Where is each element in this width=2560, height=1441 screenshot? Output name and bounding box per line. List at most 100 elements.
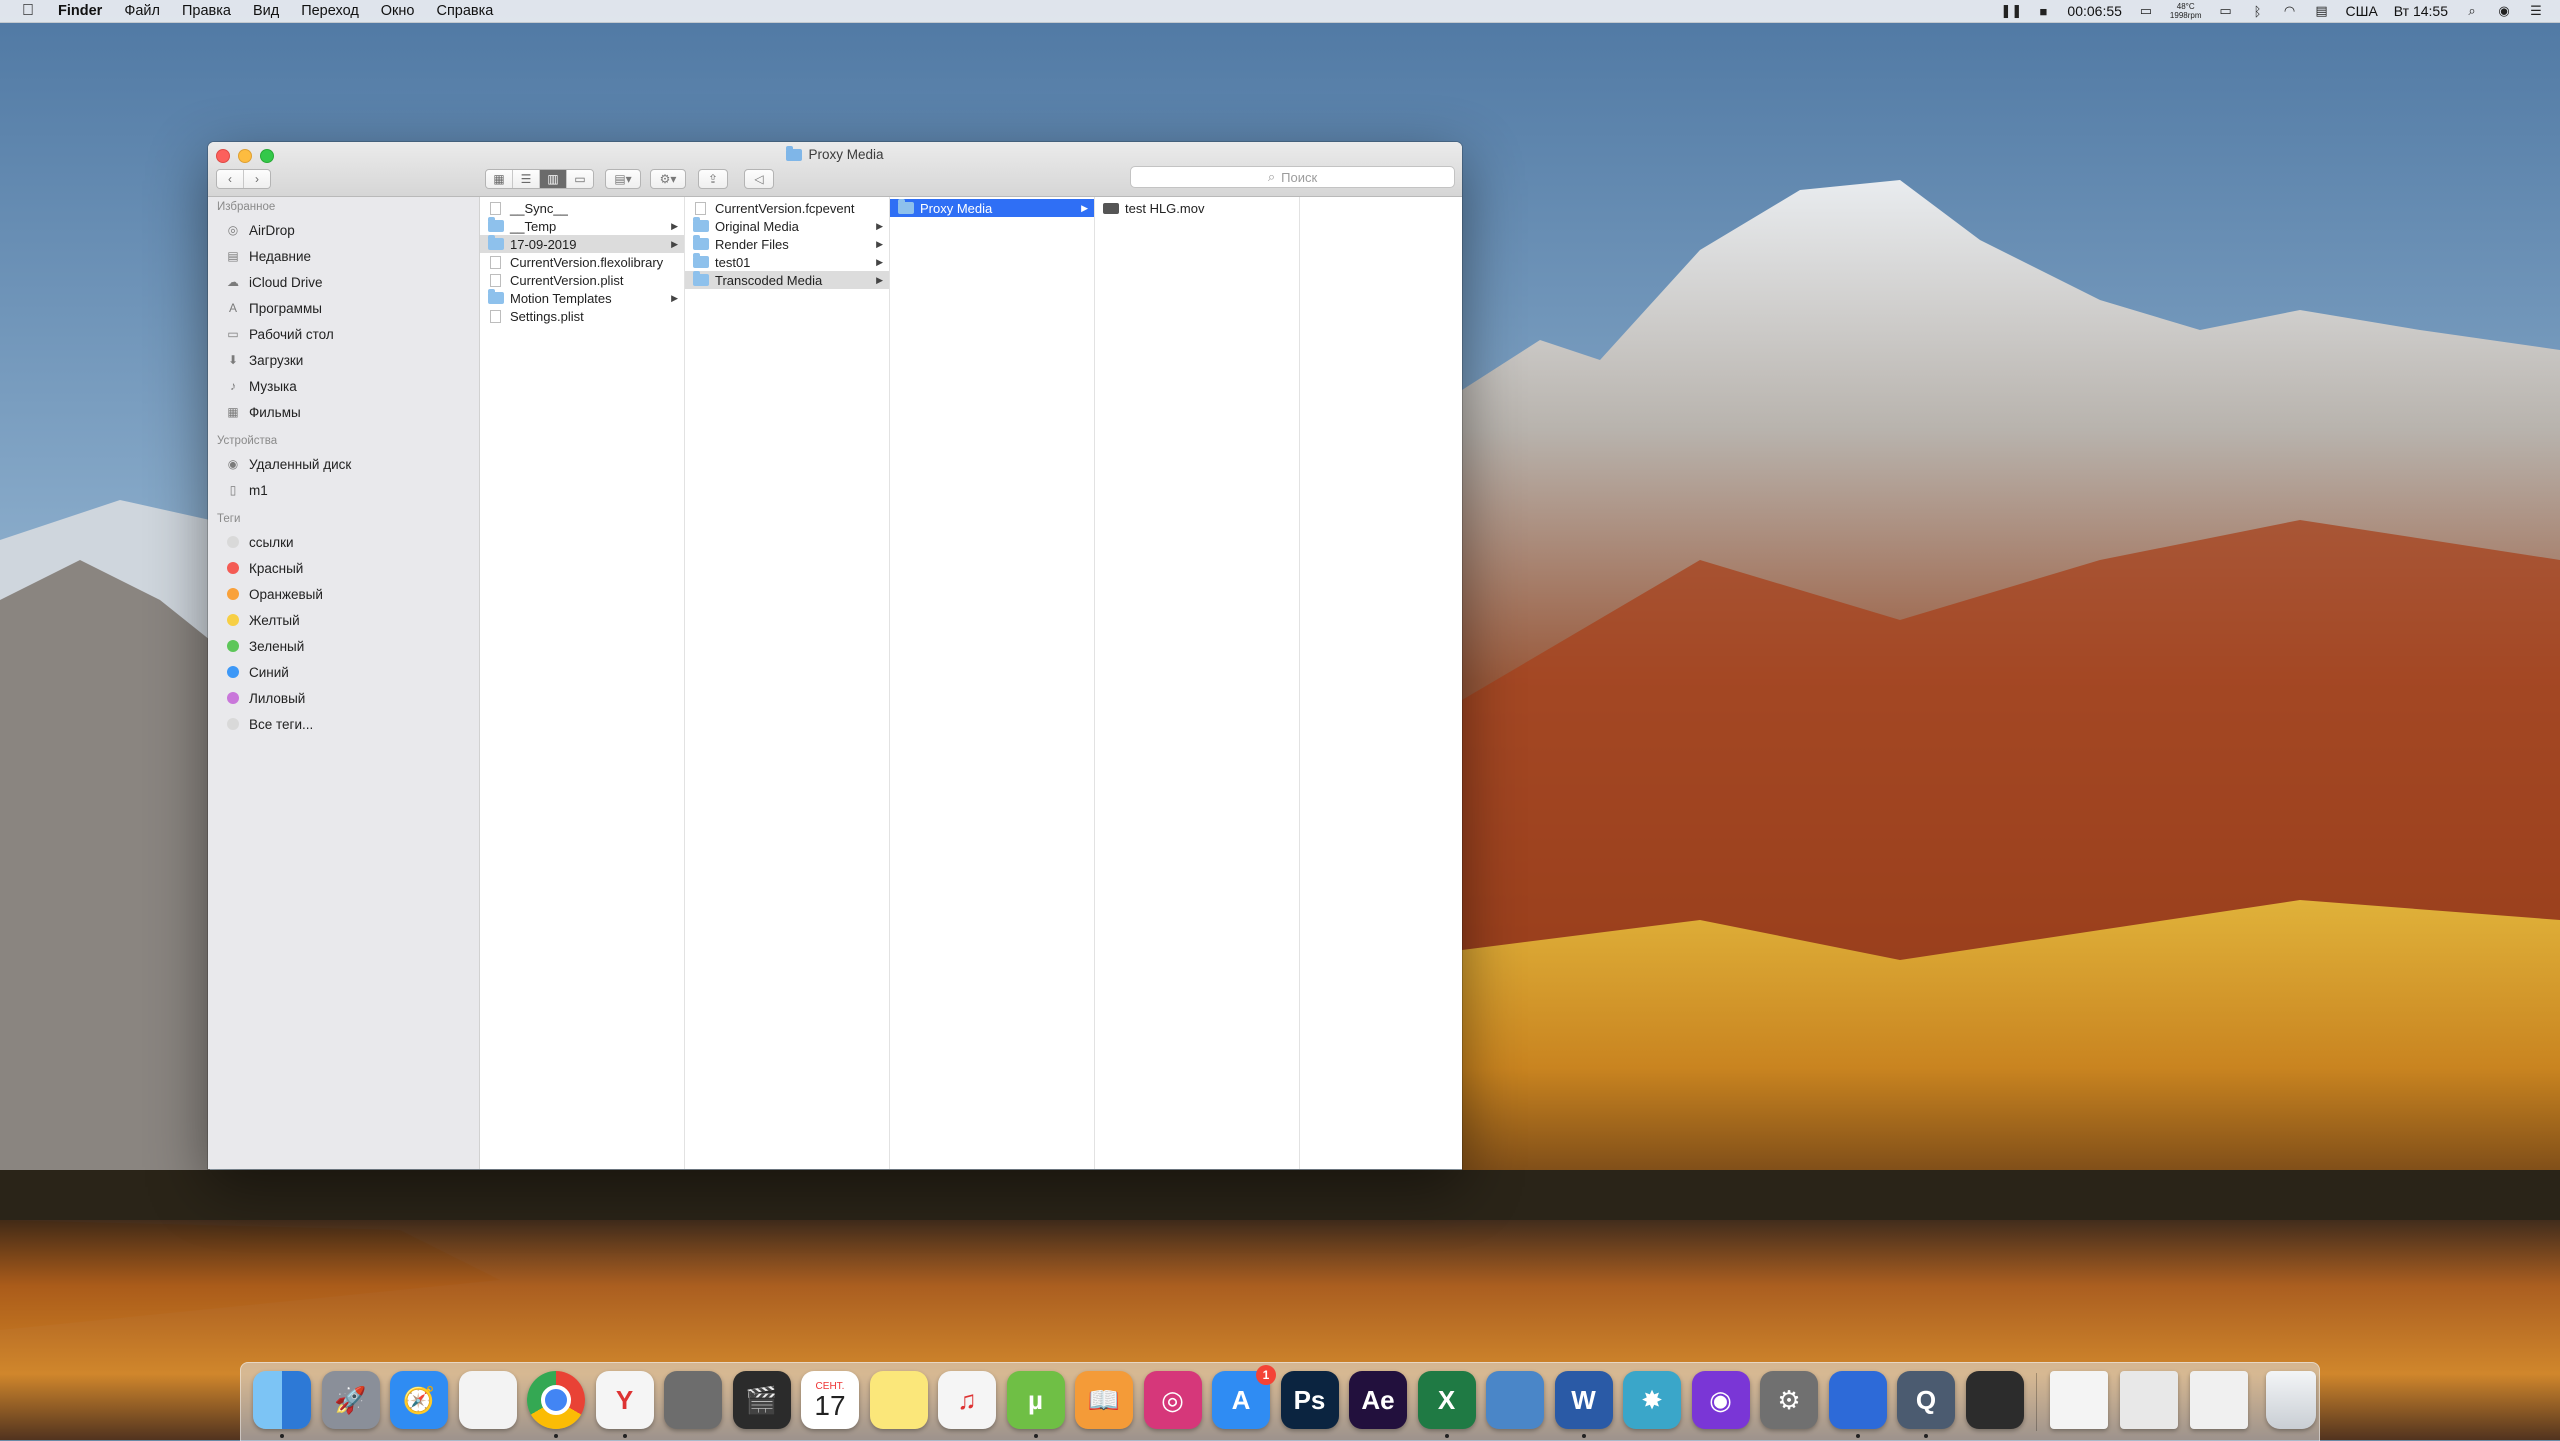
file-row[interactable]: Render Files ▶ [685, 235, 889, 253]
calendar-icon[interactable]: СЕНТ. 17 [801, 1371, 859, 1429]
stack-screenshot-2-icon[interactable] [2120, 1371, 2178, 1429]
file-row[interactable]: __Sync__ [480, 199, 684, 217]
file-row[interactable]: 17-09-2019 ▶ [480, 235, 684, 253]
sidebar-item[interactable]: ⬇ Загрузки [208, 347, 479, 373]
calculator-icon[interactable] [664, 1371, 722, 1429]
bluetooth-icon[interactable]: ᛒ [2250, 4, 2266, 19]
menu-app-finder[interactable]: Finder [58, 3, 102, 19]
ibooks-icon[interactable]: 📖 [1075, 1371, 1133, 1429]
sidebar-item[interactable]: ▭ Рабочий стол [208, 321, 479, 347]
menu-help[interactable]: Справка [436, 3, 493, 19]
menubar-clock[interactable]: Вт 14:55 [2394, 3, 2448, 19]
safari-icon[interactable]: 🧭 [390, 1371, 448, 1429]
photoshop-icon[interactable]: Ps [1280, 1371, 1339, 1429]
sidebar-tag-item[interactable]: Синий [208, 659, 479, 685]
record-stop-icon[interactable]: ■ [2035, 4, 2051, 19]
menu-go[interactable]: Переход [301, 3, 359, 19]
finder-icon[interactable] [253, 1371, 311, 1429]
chrome-icon[interactable] [527, 1371, 585, 1429]
preview-icon[interactable] [1486, 1371, 1544, 1429]
file-row[interactable]: CurrentVersion.plist [480, 271, 684, 289]
system-preferences-icon[interactable]: ⚙ [1760, 1371, 1818, 1429]
launchpad-icon[interactable]: 🚀 [321, 1371, 380, 1429]
sidebar-tag-item[interactable]: Все теги... [208, 711, 479, 737]
file-name: test HLG.mov [1125, 200, 1205, 216]
sidebar-item[interactable]: ◎ AirDrop [208, 217, 479, 243]
input-source[interactable]: США [2346, 3, 2378, 19]
sidebar-item[interactable]: A Программы [208, 295, 479, 321]
file-row[interactable]: CurrentVersion.fcpevent [685, 199, 889, 217]
folder-icon [898, 199, 914, 214]
excel-icon[interactable]: X [1417, 1371, 1476, 1429]
file-row[interactable]: Proxy Media ▶ [890, 199, 1094, 217]
tags-button[interactable]: ◁ [744, 169, 774, 189]
swift-icon[interactable] [1828, 1371, 1887, 1429]
sidebar-item[interactable]: ▯ m1 [208, 477, 479, 503]
claquette-icon[interactable]: 🎬 [732, 1371, 791, 1429]
photobooth-icon[interactable] [1965, 1371, 2024, 1429]
group-button[interactable]: ▤▾ [605, 169, 641, 189]
menu-view[interactable]: Вид [253, 3, 279, 19]
file-row[interactable]: test01 ▶ [685, 253, 889, 271]
spotlight-icon[interactable]: ⌕ [2464, 3, 2480, 18]
quicktime-icon[interactable]: Q [1897, 1371, 1955, 1429]
notes-icon[interactable] [869, 1371, 928, 1429]
trash-icon[interactable] [2266, 1371, 2316, 1429]
stack-documents-icon[interactable] [2190, 1371, 2248, 1429]
menu-edit[interactable]: Правка [182, 3, 231, 19]
column-view-button[interactable]: ▥ [540, 170, 567, 188]
back-button[interactable]: ‹ [217, 170, 244, 188]
battery-status-icon[interactable]: ▭ [2138, 3, 2154, 18]
wifi-icon[interactable]: ◠ [2282, 3, 2298, 18]
sidebar-tag-item[interactable]: Оранжевый [208, 581, 479, 607]
sidebar-tag-item[interactable]: Лиловый [208, 685, 479, 711]
window-titlebar[interactable]: Proxy Media ‹ › ▦ ☰ ▥ ▭ ▤▾ ⚙▾ ⇪ ◁ ⌕ Поис… [208, 142, 1462, 197]
yandex-icon[interactable]: Y [595, 1371, 654, 1429]
sidebar-item[interactable]: ☁ iCloud Drive [208, 269, 479, 295]
textedit-icon[interactable] [458, 1371, 517, 1429]
instagram-icon[interactable]: ◎ [1143, 1371, 1202, 1429]
podcasts-icon[interactable]: ◉ [1691, 1371, 1750, 1429]
icon-view-button[interactable]: ▦ [486, 170, 513, 188]
file-row[interactable]: __Temp ▶ [480, 217, 684, 235]
word-icon[interactable]: W [1554, 1371, 1613, 1429]
file-name: Original Media [715, 218, 799, 234]
itunes-icon[interactable]: ♫ [938, 1371, 996, 1429]
network-icon[interactable]: ✸ [1623, 1371, 1681, 1429]
menu-file[interactable]: Файл [124, 3, 160, 19]
file-row[interactable]: Settings.plist [480, 307, 684, 325]
sidebar-item[interactable]: ▤ Недавние [208, 243, 479, 269]
sidebar-item[interactable]: ◉ Удаленный диск [208, 451, 479, 477]
sidebar-tag-item[interactable]: Зеленый [208, 633, 479, 659]
sidebar-tag-item[interactable]: Красный [208, 555, 479, 581]
list-view-button[interactable]: ☰ [513, 170, 540, 188]
file-row[interactable]: Original Media ▶ [685, 217, 889, 235]
file-row[interactable]: Motion Templates ▶ [480, 289, 684, 307]
file-row[interactable]: CurrentVersion.flexolibrary [480, 253, 684, 271]
forward-button[interactable]: › [244, 170, 270, 188]
sidebar-item[interactable]: ♪ Музыка [208, 373, 479, 399]
utorrent-icon[interactable]: µ [1006, 1371, 1065, 1429]
airplay-icon[interactable]: ▭ [2218, 3, 2234, 18]
sidebar-item[interactable]: ▦ Фильмы [208, 399, 479, 425]
appstore-icon[interactable]: A1 [1212, 1365, 1276, 1429]
apple-menu-icon[interactable]:  [20, 2, 36, 20]
gallery-view-button[interactable]: ▭ [567, 170, 593, 188]
folder-icon [488, 217, 504, 232]
pause-icon[interactable]: ❚❚ [2001, 3, 2023, 18]
sidebar-tag-item[interactable]: ссылки [208, 529, 479, 555]
sidebar-tag-item[interactable]: Желтый [208, 607, 479, 633]
file-row[interactable]: Transcoded Media ▶ [685, 271, 889, 289]
action-gear-button[interactable]: ⚙▾ [650, 169, 686, 189]
stack-screenshot-1-icon[interactable] [2050, 1371, 2108, 1429]
folder-icon [693, 235, 709, 250]
search-field[interactable]: ⌕ Поиск [1130, 166, 1455, 188]
aftereffects-icon[interactable]: Ae [1349, 1371, 1407, 1429]
flag-icon[interactable]: ▤ [2314, 3, 2330, 18]
notification-center-icon[interactable]: ☰ [2528, 3, 2544, 18]
menu-window[interactable]: Окно [381, 3, 415, 19]
file-row[interactable]: test HLG.mov [1095, 199, 1299, 217]
temperature-readout[interactable]: 48°C 1998rpm [2170, 2, 2202, 20]
share-button[interactable]: ⇪ [698, 169, 728, 189]
siri-icon[interactable]: ◉ [2496, 3, 2512, 18]
